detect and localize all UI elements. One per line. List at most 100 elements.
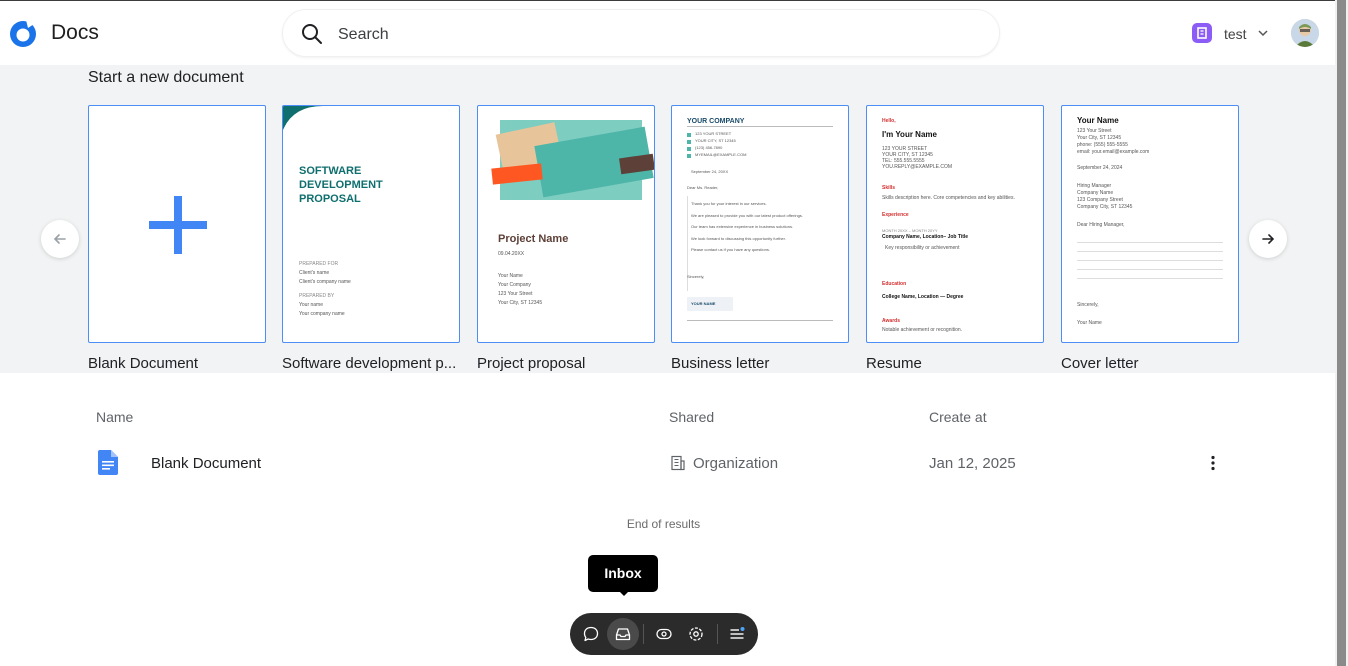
thumb-graphic <box>491 120 654 200</box>
template-label-project-proposal: Project proposal <box>477 355 586 372</box>
thumb-line: Hello, <box>882 118 896 124</box>
inbox-icon <box>615 628 631 641</box>
thumb-line: September 24, 20XX <box>691 169 729 174</box>
settings-eye-icon <box>689 627 703 641</box>
search-placeholder: Search <box>338 26 389 43</box>
thumb-line: Skills <box>882 185 896 191</box>
thumb-line: email: your.email@example.com <box>1077 149 1150 155</box>
scrollbar-thumb[interactable] <box>1337 0 1346 666</box>
thumb-line: Our team has extensive experience in bus… <box>691 224 794 229</box>
template-card-software-proposal[interactable]: SOFTWARE DEVELOPMENT PROPOSAL PREPARED F… <box>282 105 460 343</box>
menu-list-icon <box>730 627 745 639</box>
header: Docs Search test <box>0 1 1335 65</box>
org-name[interactable]: test <box>1224 26 1247 42</box>
search-icon <box>302 24 322 44</box>
comment-icon <box>583 626 599 642</box>
view-settings-button[interactable] <box>680 618 712 650</box>
thumb-line: 123 YOUR STREET <box>695 131 732 136</box>
avatar[interactable] <box>1291 19 1319 47</box>
arrow-left-icon <box>53 234 66 244</box>
template-label-blank: Blank Document <box>88 355 199 372</box>
menu-button[interactable] <box>721 618 753 650</box>
templates-section: Start a new document Blank Document SOFT… <box>0 65 1335 373</box>
thumb-title: Project Name <box>498 233 569 245</box>
thumb-title-2: DEVELOPMENT <box>299 179 383 191</box>
thumb-line: PREPARED BY <box>299 293 335 299</box>
template-card-project-proposal[interactable]: Project Name 09.04.20XX Your Name Your C… <box>477 105 655 343</box>
carousel-prev-button[interactable] <box>41 220 79 258</box>
thumb-line: Your Company <box>498 282 531 288</box>
template-card-resume[interactable]: Hello, I'm Your Name 123 YOUR STREET YOU… <box>866 105 1044 343</box>
thumb-line: 09.04.20XX <box>498 251 525 257</box>
view-toggle-button[interactable] <box>648 618 680 650</box>
thumb-line: MONTH 20XX – MONTH 20YY <box>882 228 938 233</box>
document-icon <box>98 450 118 475</box>
eye-toggle-icon <box>656 628 672 640</box>
arrow-right-icon <box>1262 234 1275 244</box>
thumb-line: Client's company name <box>299 279 351 285</box>
thumb-title-1: SOFTWARE <box>299 165 362 177</box>
thumb-line: Company Name <box>1077 190 1114 196</box>
chevron-down-icon[interactable] <box>1257 27 1269 39</box>
thumb-line: Client's name <box>299 270 330 276</box>
thumb-line: Please contact us if you have any questi… <box>691 247 770 252</box>
docs-logo-icon[interactable] <box>8 18 38 48</box>
thumb-line: Your Name <box>498 273 523 279</box>
thumb-line: College Name, Location — Degree <box>882 294 964 300</box>
org-badge-icon[interactable] <box>1192 23 1212 43</box>
thumb-line: Your Name <box>1077 320 1102 326</box>
thumb-line: PREPARED FOR <box>299 261 339 267</box>
end-of-results: End of results <box>626 517 701 531</box>
toolbar-separator <box>643 624 644 644</box>
inbox-button[interactable] <box>607 618 639 650</box>
shared-status: Organization <box>693 455 779 472</box>
thumb-line: Sincerely, <box>1077 302 1099 308</box>
thumb-title: Your Name <box>1077 116 1119 125</box>
toolbar-separator <box>717 624 718 644</box>
corner-decoration <box>283 106 323 130</box>
thumb-divider <box>687 126 833 127</box>
thumb-line: Dear Hiring Manager, <box>1077 222 1125 228</box>
thumb-line: Education <box>882 281 907 287</box>
floating-toolbar <box>570 613 758 655</box>
thumb-line: Your name <box>299 302 323 308</box>
column-header-created[interactable]: Create at <box>929 409 987 425</box>
thumb-line: Your City, ST 12345 <box>1077 135 1122 141</box>
template-card-blank[interactable] <box>88 105 266 343</box>
thumb-line: YOU.REPLY@EXAMPLE.COM <box>882 164 952 170</box>
thumb-line: September 24, 2024 <box>1077 165 1123 171</box>
carousel-next-button[interactable] <box>1249 220 1287 258</box>
thumb-title: YOUR COMPANY <box>687 118 745 125</box>
thumb-line: Experience <box>882 212 909 218</box>
thumb-line: Your company name <box>299 311 345 317</box>
column-header-name[interactable]: Name <box>96 409 133 425</box>
plus-icon <box>149 196 207 254</box>
thumb-line: Dear Ms. Reader, <box>687 185 719 190</box>
thumb-line: We look forward to discussing this oppor… <box>691 236 786 241</box>
column-header-shared[interactable]: Shared <box>669 409 714 425</box>
thumb-line: phone: (555) 555-5555 <box>1077 142 1128 148</box>
template-card-cover-letter[interactable]: Your Name 123 Your Street Your City, ST … <box>1061 105 1239 343</box>
comments-button[interactable] <box>575 618 607 650</box>
template-label-software-proposal: Software development p... <box>282 355 457 372</box>
thumb-line: YOUR NAME <box>691 301 716 306</box>
inbox-tooltip: Inbox <box>588 555 658 592</box>
thumb-title: I'm Your Name <box>882 130 937 139</box>
thumb-line: Notable achievement or recognition. <box>882 327 963 333</box>
document-name[interactable]: Blank Document <box>151 455 261 472</box>
thumb-line: 123 Your Street <box>1077 128 1112 134</box>
thumb-line: YOUR CITY, ST 12345 <box>695 138 736 143</box>
search-bar[interactable]: Search <box>282 9 1000 57</box>
thumb-line: Company Name, Location– Job Title <box>882 234 969 240</box>
template-label-cover-letter: Cover letter <box>1061 355 1139 372</box>
template-label-resume: Resume <box>866 355 922 372</box>
template-card-business-letter[interactable]: YOUR COMPANY 123 YOUR STREET YOUR CITY, … <box>671 105 849 343</box>
thumb-line: Company City, ST 12345 <box>1077 204 1133 210</box>
table-row[interactable]: Blank Document Organization Jan 12, 2025 <box>88 445 1238 481</box>
created-date: Jan 12, 2025 <box>929 455 1016 472</box>
templates-heading: Start a new document <box>88 69 244 86</box>
more-options-icon[interactable] <box>1203 453 1223 473</box>
organization-icon <box>671 455 685 471</box>
thumb-line: We are pleased to provide you with our l… <box>691 213 803 218</box>
thumb-line: Your City, ST 12345 <box>498 300 543 306</box>
